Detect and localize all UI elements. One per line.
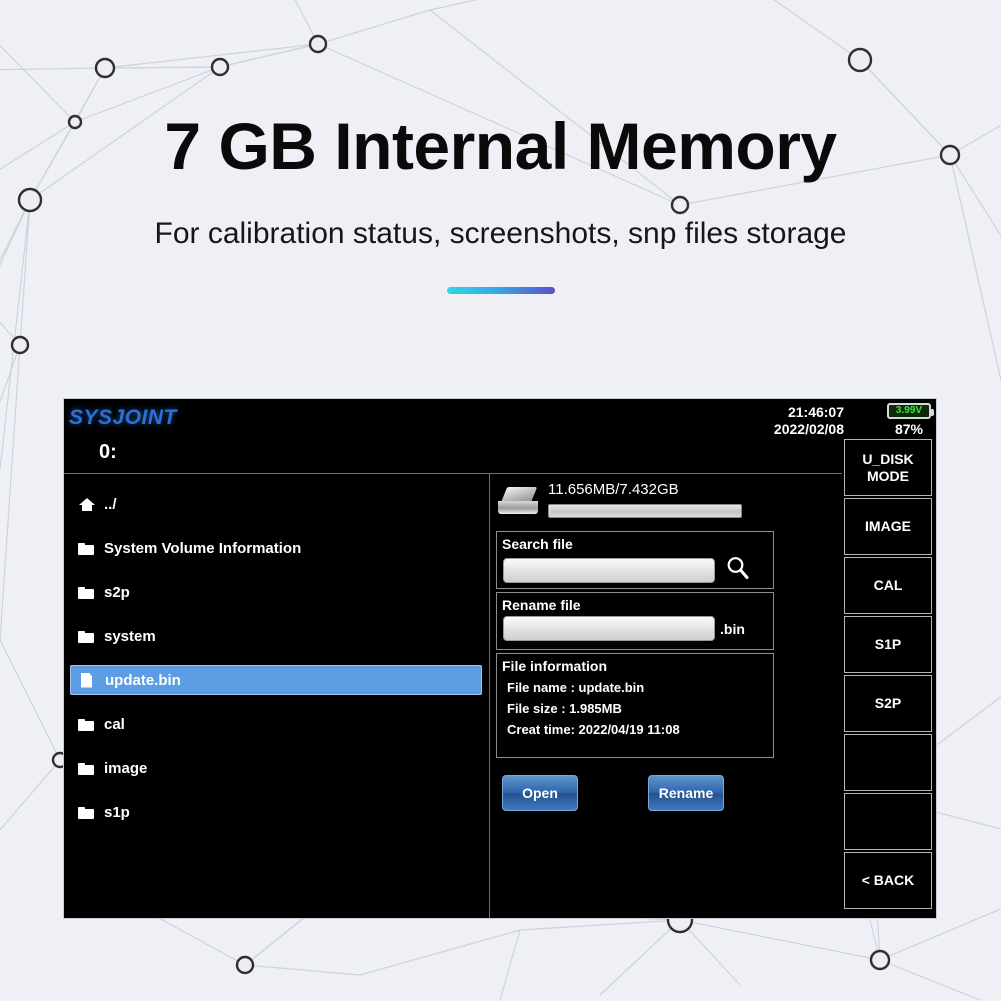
search-icon[interactable] — [725, 555, 751, 586]
folder-icon — [78, 585, 96, 600]
home-icon — [78, 497, 96, 512]
list-item[interactable]: s2p — [70, 577, 482, 607]
softkey-label-line1: S2P — [874, 695, 902, 711]
file-name-value: File name : update.bin — [507, 680, 645, 695]
battery-icon: 3.99V — [887, 403, 934, 419]
soft-key-column: U_DISK MODE IMAGE CAL S1P S2P < BACK — [840, 439, 936, 917]
file-browser-list[interactable]: ../ System Volume Information s2p system… — [64, 475, 488, 918]
header-divider — [64, 473, 842, 474]
list-item[interactable]: cal — [70, 709, 482, 739]
list-item-label: s2p — [104, 583, 130, 601]
list-item-label: System Volume Information — [104, 539, 302, 557]
search-file-label: Search file — [502, 536, 573, 552]
battery-indicator: 3.99V 87% — [887, 403, 934, 437]
search-file-box: Search file — [496, 531, 774, 589]
storage-progress-fill — [549, 505, 551, 517]
promo-header: 7 GB Internal Memory For calibration sta… — [0, 0, 1001, 295]
rename-file-label: Rename file — [502, 597, 581, 613]
softkey-s1p[interactable]: S1P — [844, 616, 932, 673]
device-top-bar: SYSJOINT 0: 21:46:07 2022/02/08 3.99V 87… — [64, 399, 936, 473]
hard-drive-icon — [498, 487, 540, 517]
folder-icon — [78, 805, 96, 820]
battery-percent: 87% — [894, 421, 924, 437]
clock-date: 2022/02/08 — [773, 421, 844, 437]
list-item-label: cal — [104, 715, 125, 733]
list-item[interactable]: s1p — [70, 797, 482, 827]
file-size-value: File size : 1.985MB — [507, 701, 622, 716]
file-icon — [79, 673, 97, 688]
storage-summary: 11.656MB/7.432GB — [496, 481, 836, 529]
softkey-u-disk-mode[interactable]: U_DISK MODE — [844, 439, 932, 496]
creat-time-value: Creat time: 2022/04/19 11:08 — [507, 722, 680, 737]
list-item[interactable]: image — [70, 753, 482, 783]
softkey-s2p[interactable]: S2P — [844, 675, 932, 732]
rename-button[interactable]: Rename — [648, 775, 724, 811]
softkey-label-line1: < BACK — [861, 872, 915, 888]
softkey-empty-2[interactable] — [844, 793, 932, 850]
list-item-label: image — [104, 759, 148, 777]
search-input[interactable] — [503, 558, 715, 583]
softkey-label-line1: IMAGE — [865, 518, 911, 534]
list-item[interactable]: System Volume Information — [70, 533, 482, 563]
sysjoint-logo: SYSJOINT — [69, 406, 177, 429]
current-drive-label: 0: — [99, 441, 117, 463]
clock-display: 21:46:07 2022/02/08 — [774, 404, 844, 438]
storage-progress-bar — [548, 504, 742, 518]
softkey-cal[interactable]: CAL — [844, 557, 932, 614]
file-information-label: File information — [502, 658, 607, 674]
list-item-label: update.bin — [105, 671, 181, 689]
folder-icon — [78, 761, 96, 776]
accent-divider — [446, 287, 555, 295]
softkey-label-line2: MODE — [867, 467, 909, 484]
clock-time: 21:46:07 — [787, 404, 844, 420]
file-detail-panel: 11.656MB/7.432GB Search file Rename file — [492, 475, 840, 918]
rename-input[interactable] — [503, 616, 715, 641]
panel-divider — [489, 474, 490, 918]
device-screen: SYSJOINT 0: 21:46:07 2022/02/08 3.99V 87… — [63, 398, 937, 919]
softkey-back[interactable]: < BACK — [844, 852, 932, 909]
page-subtitle: For calibration status, screenshots, snp… — [154, 217, 847, 251]
list-item[interactable]: ../ — [70, 489, 482, 519]
folder-icon — [78, 541, 96, 556]
list-item[interactable]: system — [70, 621, 482, 651]
file-information-box: File information File name : update.bin … — [496, 653, 774, 758]
rename-file-box: Rename file .bin — [496, 592, 774, 650]
page-title: 7 GB Internal Memory — [164, 109, 837, 183]
softkey-empty-1[interactable] — [844, 734, 932, 791]
softkey-label-line1: CAL — [873, 577, 903, 593]
list-item-label: s1p — [104, 803, 130, 821]
folder-icon — [78, 717, 96, 732]
list-item-selected[interactable]: update.bin — [70, 665, 482, 695]
list-item-label: system — [104, 627, 156, 645]
softkey-label-line1: S1P — [874, 636, 902, 652]
open-button[interactable]: Open — [502, 775, 578, 811]
list-item-label: ../ — [104, 495, 117, 513]
rename-extension-label: .bin — [720, 620, 745, 637]
battery-voltage: 3.99V — [895, 405, 923, 416]
softkey-label-line1: U_DISK — [862, 450, 914, 467]
softkey-image[interactable]: IMAGE — [844, 498, 932, 555]
storage-usage-text: 11.656MB/7.432GB — [548, 481, 679, 498]
folder-icon — [78, 629, 96, 644]
